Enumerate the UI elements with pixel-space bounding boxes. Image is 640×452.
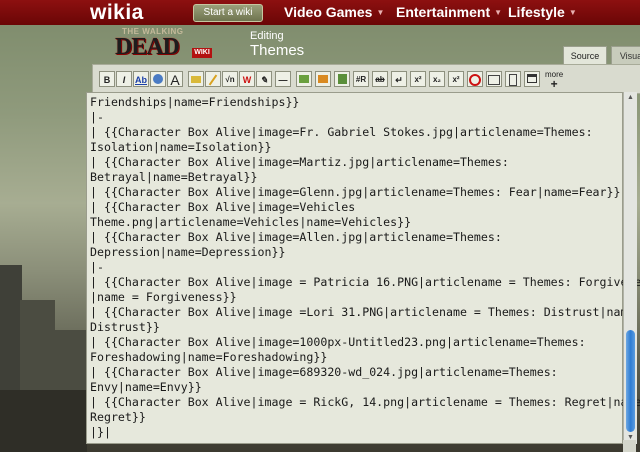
line-break-button[interactable]: ↵ [391, 71, 407, 87]
logo-title: DEAD [115, 34, 180, 60]
nav-lifestyle[interactable]: Lifestyle ▼ [508, 4, 577, 20]
editor-line: |name = Forgiveness}} [90, 290, 237, 304]
editor-line: | {{Character Box Alive|image = Patricia… [90, 275, 640, 289]
strikethrough-button[interactable]: ab [372, 71, 388, 87]
scroll-thumb[interactable] [626, 330, 635, 432]
editor-line: |- [90, 260, 104, 274]
editor-line: Friendships|name=Friendships}} [90, 95, 300, 109]
headline-button[interactable]: A [167, 71, 183, 87]
comment-icon[interactable] [467, 71, 483, 87]
reference-icon[interactable] [505, 71, 521, 87]
resize-handle[interactable] [623, 440, 636, 452]
global-nav-bar: wikia Start a wiki Video Games ▼ Entertai… [0, 0, 640, 25]
nowiki-button[interactable]: W [239, 71, 255, 87]
editor-line: Distrust}} [90, 320, 160, 334]
editor-line: | {{Character Box Alive|image =Lori 31.P… [90, 305, 640, 319]
media-icon[interactable] [205, 71, 221, 87]
logo-wiki-badge: WIKI [192, 48, 212, 58]
table-icon[interactable] [334, 71, 350, 87]
nav-label: Entertainment [396, 4, 491, 20]
tab-source[interactable]: Source [563, 46, 607, 65]
nav-label: Lifestyle [508, 4, 565, 20]
editor-scrollbar[interactable]: ▲ ▼ [623, 92, 637, 444]
chevron-down-icon: ▼ [568, 8, 577, 17]
editor-line: Envy|name=Envy}} [90, 380, 202, 394]
editor-line: Isolation|name=Isolation}} [90, 140, 272, 154]
editor-line: Betrayal|name=Betrayal}} [90, 170, 258, 184]
more-button[interactable]: more + [545, 70, 563, 91]
editor-line: | {{Character Box Alive|image = RickG, 1… [90, 395, 640, 409]
internal-link-button[interactable]: Ab [133, 71, 149, 87]
editor-line: | {{Character Box Alive|image=1000px-Unt… [90, 335, 586, 349]
editor-line: | {{Character Box Alive|image=Allen.jpg|… [90, 230, 502, 244]
tab-visual[interactable]: Visual [611, 46, 640, 65]
globe-icon[interactable] [150, 71, 166, 87]
background-building [0, 390, 87, 452]
gallery-icon[interactable] [315, 71, 331, 87]
editor-line: Regret}} [90, 410, 146, 424]
editor-line: | {{Character Box Alive|image=Vehicles [90, 200, 356, 214]
page-title: Themes [250, 42, 305, 59]
picture-gallery-icon[interactable] [486, 71, 502, 87]
editor-line: |- [90, 110, 104, 124]
subscript-button[interactable]: x₂ [429, 71, 445, 87]
plus-icon: + [550, 77, 558, 91]
nav-video-games[interactable]: Video Games ▼ [284, 4, 384, 20]
bold-button[interactable]: B [99, 71, 115, 87]
site-logo[interactable]: THE WALKING DEAD WIKI [112, 27, 214, 63]
editor-line: Depression|name=Depression}} [90, 245, 286, 259]
editor-line: | {{Character Box Alive|image=689320-wd_… [90, 365, 558, 379]
editor-line: Theme.png|articlename=Vehicles|name=Vehi… [90, 215, 412, 229]
horizontal-line-button[interactable]: — [275, 71, 291, 87]
chevron-down-icon: ▼ [376, 8, 385, 17]
math-button[interactable]: √n [222, 71, 238, 87]
wikitext-content: Friendships|name=Friendships}} |- | {{Char… [90, 95, 640, 440]
redirect-button[interactable]: #R [353, 71, 369, 87]
scroll-up-icon[interactable]: ▲ [624, 92, 637, 104]
small-text-button[interactable]: x² [448, 71, 464, 87]
editor-line: | {{Character Box Alive|image=Martiz.jpg… [90, 155, 509, 169]
template-icon[interactable] [296, 71, 312, 87]
editor-toolbar: B I Ab A √n W ✎ — #R ab ↵ x² x₂ x² more + [92, 64, 640, 94]
editor-line: | {{Character Box Alive|image=Glenn.jpg|… [90, 185, 621, 199]
nav-label: Video Games [284, 4, 373, 20]
wikia-logo[interactable]: wikia [90, 1, 144, 25]
editor-line: | {{Character Box Alive|image=Fr. Gabrie… [90, 125, 593, 139]
editor-line: Foreshadowing|name=Foreshadowing}} [90, 350, 328, 364]
editing-label: Editing [250, 30, 284, 42]
image-icon[interactable] [188, 71, 204, 87]
signature-icon[interactable]: ✎ [256, 71, 272, 87]
fullscreen-icon[interactable] [524, 71, 540, 87]
superscript-button[interactable]: x² [410, 71, 426, 87]
start-a-wiki-button[interactable]: Start a wiki [193, 4, 263, 22]
chevron-down-icon: ▼ [494, 8, 503, 17]
source-editor-textarea[interactable]: Friendships|name=Friendships}} |- | {{Char… [86, 92, 640, 444]
editor-line: |}| [90, 425, 111, 439]
italic-button[interactable]: I [116, 71, 132, 87]
nav-entertainment[interactable]: Entertainment ▼ [396, 4, 502, 20]
